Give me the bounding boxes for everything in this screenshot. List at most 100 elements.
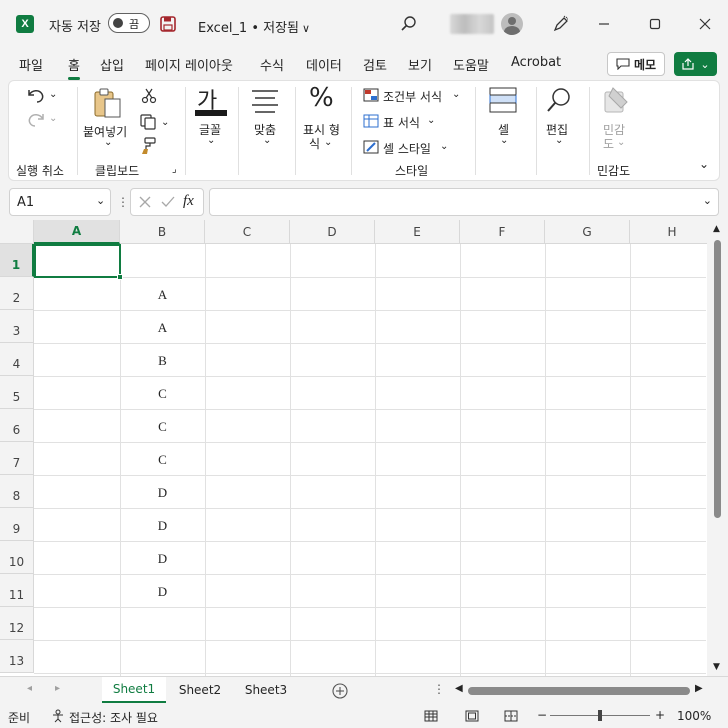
tab-data[interactable]: 데이터 (306, 55, 342, 74)
next-sheet-icon[interactable]: ▸ (55, 683, 60, 694)
conditional-format-button[interactable]: 조건부 서식 (383, 88, 442, 105)
row-header-6[interactable]: 6 (0, 409, 34, 442)
more-options-icon[interactable]: ⋮ (433, 682, 445, 696)
select-all-corner[interactable] (0, 220, 34, 244)
row-header-11[interactable]: 11 (0, 574, 34, 607)
row-header-8[interactable]: 8 (0, 475, 34, 508)
horizontal-scroll-thumb[interactable] (468, 687, 690, 695)
font-dropdown-icon[interactable]: ⌄ (207, 135, 215, 146)
cell-b8[interactable]: D (120, 476, 205, 509)
zoom-level[interactable]: 100% (677, 709, 711, 723)
memo-button[interactable]: 메모 (607, 52, 665, 76)
column-header-c[interactable]: C (205, 220, 290, 244)
vertical-scrollbar[interactable]: ▲ ▼ (707, 220, 728, 676)
document-title[interactable]: Excel_1 • 저장됨 ∨ (198, 17, 310, 36)
expand-formula-icon[interactable]: ⌄ (703, 194, 712, 207)
enter-check-icon[interactable] (161, 196, 175, 208)
avatar-icon[interactable] (501, 13, 523, 35)
chevron-down-icon[interactable]: ⌄ (440, 141, 448, 152)
column-header-h[interactable]: H (630, 220, 715, 244)
tab-file[interactable]: 파일 (19, 55, 43, 74)
redo-dropdown-icon[interactable]: ⌄ (49, 113, 57, 124)
scroll-up-icon[interactable]: ▲ (713, 224, 720, 234)
row-header-3[interactable]: 3 (0, 310, 34, 343)
chevron-down-icon[interactable]: ⌄ (452, 89, 460, 100)
undo-icon[interactable] (25, 87, 47, 105)
row-header-13[interactable]: 13 (0, 640, 34, 673)
cell-b1[interactable] (120, 245, 205, 278)
search-icon[interactable] (545, 86, 573, 114)
tab-home[interactable]: 홈 (68, 55, 80, 80)
page-layout-view-icon[interactable] (465, 710, 479, 722)
zoom-out-button[interactable]: − (537, 708, 547, 722)
row-header-12[interactable]: 12 (0, 607, 34, 640)
copy-dropdown-icon[interactable]: ⌄ (161, 117, 169, 128)
tab-insert[interactable]: 삽입 (100, 55, 124, 74)
column-header-f[interactable]: F (460, 220, 545, 244)
zoom-in-button[interactable]: + (655, 708, 665, 722)
formula-input[interactable]: ⌄ (209, 188, 719, 216)
autosave-toggle[interactable]: 끔 (108, 13, 150, 33)
sheet-tab-1[interactable]: Sheet1 (102, 677, 166, 703)
cell-b13[interactable] (120, 641, 205, 674)
cell-b9[interactable]: D (120, 509, 205, 542)
cell-b3[interactable]: A (120, 311, 205, 344)
scroll-right-icon[interactable]: ▶ (695, 683, 703, 694)
maximize-icon[interactable] (643, 12, 667, 36)
page-break-view-icon[interactable] (504, 710, 518, 722)
copy-icon[interactable] (139, 113, 157, 131)
row-header-4[interactable]: 4 (0, 343, 34, 376)
tab-page-layout[interactable]: 페이지 레이아웃 (145, 55, 233, 74)
row-header-1[interactable]: 1 (0, 244, 34, 277)
add-sheet-icon[interactable] (332, 683, 348, 699)
row-header-2[interactable]: 2 (0, 277, 34, 310)
column-header-b[interactable]: B (120, 220, 205, 244)
tab-acrobat[interactable]: Acrobat (511, 55, 561, 70)
column-header-e[interactable]: E (375, 220, 460, 244)
column-header-g[interactable]: G (545, 220, 630, 244)
scroll-down-icon[interactable]: ▼ (713, 662, 720, 672)
search-icon[interactable] (400, 15, 418, 33)
cell-b11[interactable]: D (120, 575, 205, 608)
cell-b7[interactable]: C (120, 443, 205, 476)
clipboard-launcher-icon[interactable]: ⌟ (172, 164, 177, 175)
more-options-icon[interactable]: ⋮ (117, 195, 129, 209)
format-painter-icon[interactable] (139, 137, 157, 155)
paste-icon[interactable] (93, 87, 123, 119)
chevron-down-icon[interactable]: ⌄ (96, 194, 105, 207)
spreadsheet-grid[interactable]: ABCDEFGH 1 2 3 4 5 6 7 8 9 10 11 12 13 AABCCCDDDD ▲ … (0, 220, 728, 676)
close-icon[interactable] (693, 12, 717, 36)
cell-style-button[interactable]: 셀 스타일 (383, 140, 431, 157)
prev-sheet-icon[interactable]: ◂ (27, 683, 32, 694)
pen-icon[interactable] (552, 15, 570, 33)
cell-b4[interactable]: B (120, 344, 205, 377)
align-icon[interactable] (251, 89, 279, 113)
undo-dropdown-icon[interactable]: ⌄ (49, 89, 57, 100)
cell-b12[interactable] (120, 608, 205, 641)
active-cell[interactable] (34, 244, 123, 280)
percent-icon[interactable]: % (309, 83, 334, 113)
row-header-9[interactable]: 9 (0, 508, 34, 541)
cut-icon[interactable] (141, 88, 157, 104)
scroll-left-icon[interactable]: ◀ (455, 683, 463, 694)
tab-view[interactable]: 보기 (408, 55, 432, 74)
redo-icon[interactable] (25, 111, 47, 129)
zoom-slider-handle[interactable] (598, 710, 602, 721)
cell-b2[interactable]: A (120, 278, 205, 311)
chevron-down-icon[interactable]: ⌄ (427, 115, 435, 126)
row-header-10[interactable]: 10 (0, 541, 34, 574)
row-header-7[interactable]: 7 (0, 442, 34, 475)
cell-b6[interactable]: C (120, 410, 205, 443)
normal-view-icon[interactable] (424, 710, 438, 722)
accessibility-status[interactable]: 접근성: 조사 필요 (69, 709, 158, 726)
cell-b5[interactable]: C (120, 377, 205, 410)
tab-help[interactable]: 도움말 (453, 55, 489, 74)
sheet-tab-3[interactable]: Sheet3 (234, 677, 298, 703)
fill-handle[interactable] (117, 274, 123, 280)
paste-dropdown-icon[interactable]: ⌄ (104, 137, 112, 148)
fx-icon[interactable]: fx (183, 193, 194, 210)
cells-icon[interactable] (489, 87, 517, 113)
cell-b10[interactable]: D (120, 542, 205, 575)
column-header-d[interactable]: D (290, 220, 375, 244)
name-box[interactable]: A1 ⌄ (9, 188, 111, 216)
